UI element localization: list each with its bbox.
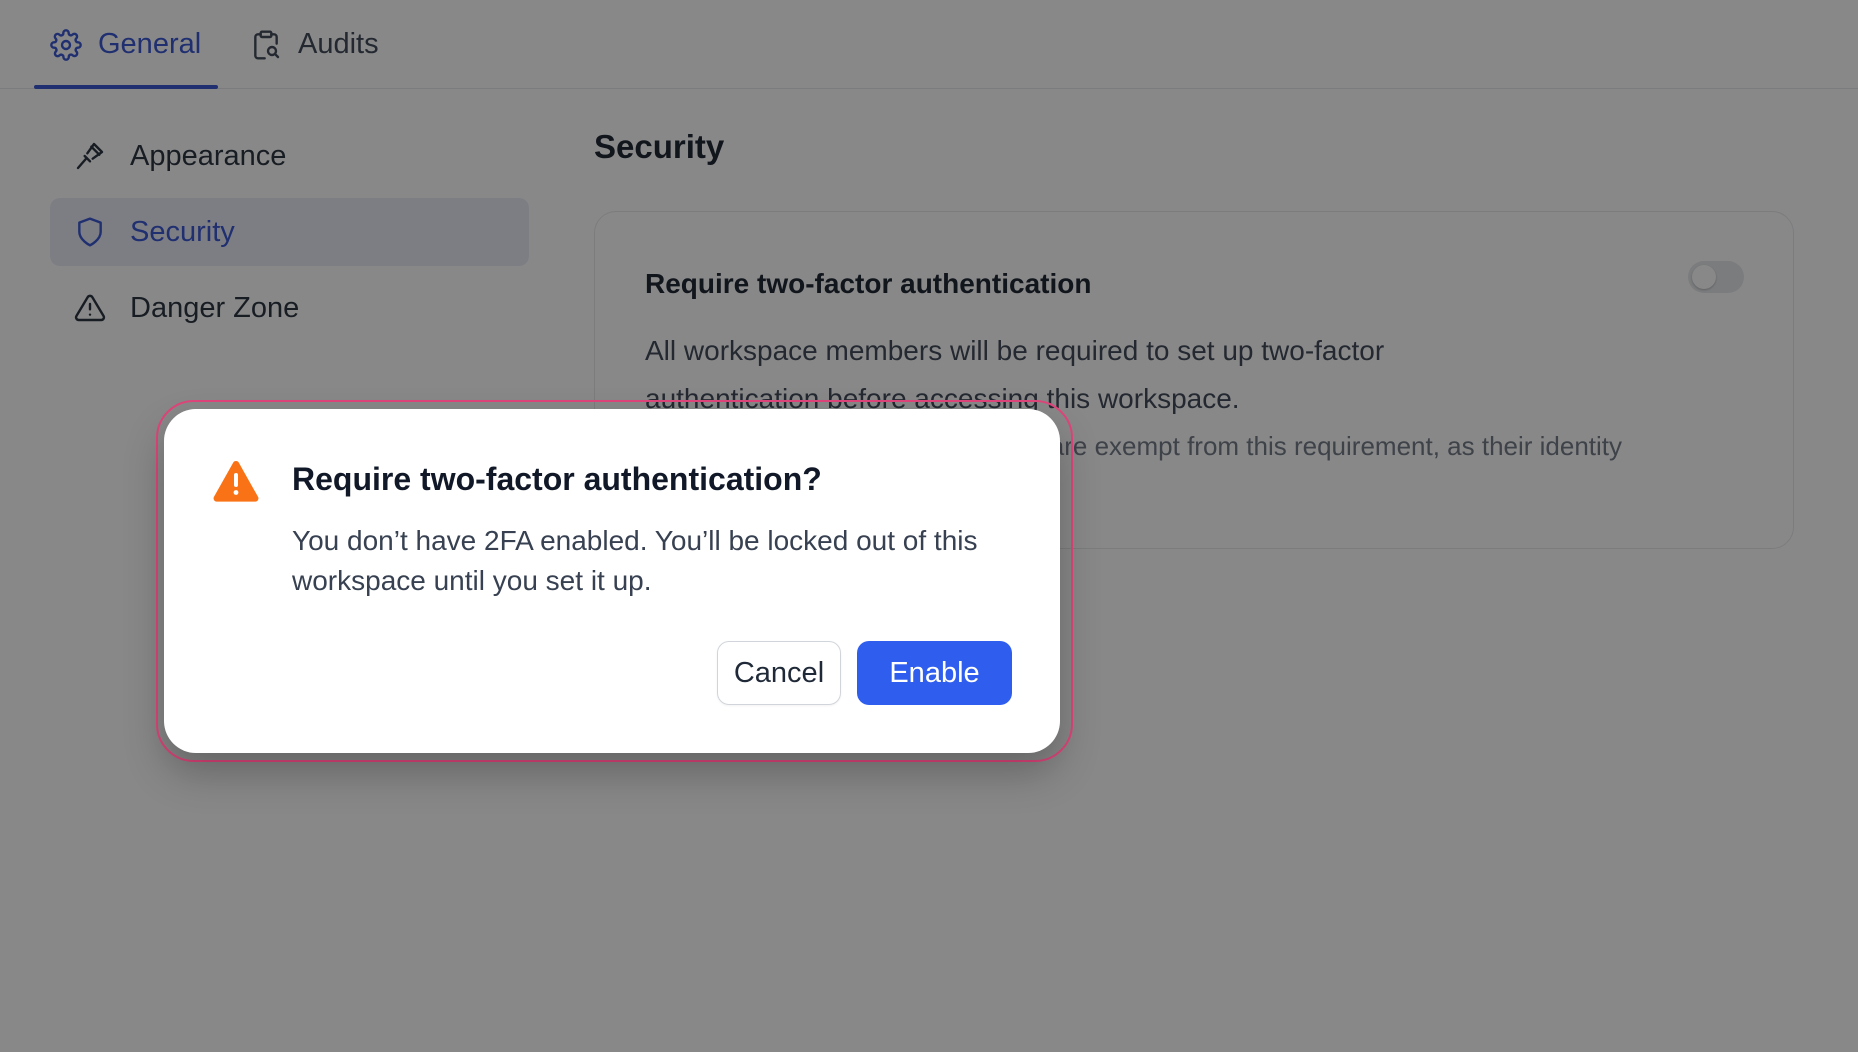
warning-triangle-icon <box>213 460 259 502</box>
dialog-message: You don’t have 2FA enabled. You’ll be lo… <box>292 525 978 596</box>
confirm-dialog: Require two-factor authentication? You d… <box>164 409 1060 753</box>
cancel-button[interactable]: Cancel <box>717 641 841 705</box>
dialog-title: Require two-factor authentication? <box>292 461 822 497</box>
enable-button[interactable]: Enable <box>857 641 1012 705</box>
